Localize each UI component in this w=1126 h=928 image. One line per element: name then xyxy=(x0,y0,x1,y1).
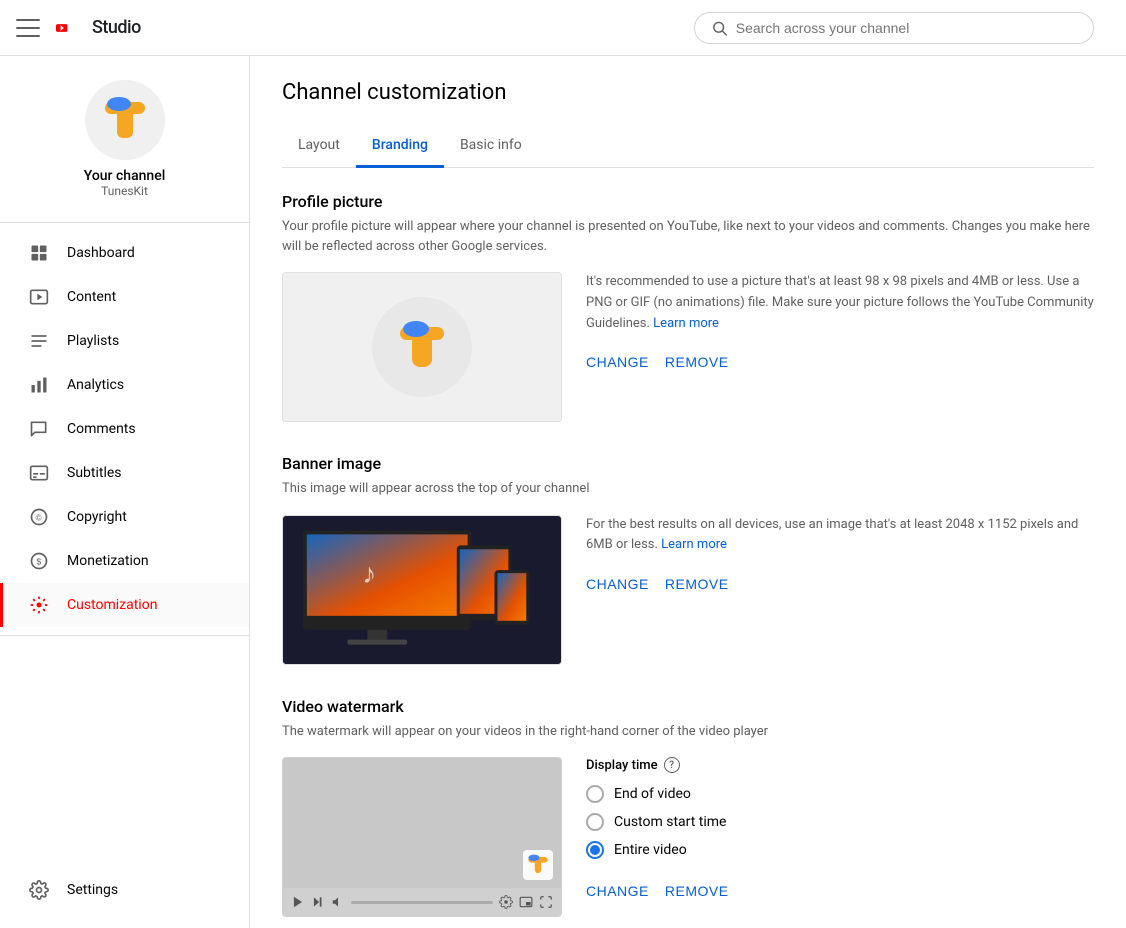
radio-checked-indicator xyxy=(590,845,600,855)
sidebar-item-playlists[interactable]: Playlists xyxy=(0,319,249,363)
channel-avatar-image xyxy=(85,80,165,160)
display-time-label: Display time ? xyxy=(586,757,1094,773)
sidebar-item-subtitles[interactable]: Subtitles xyxy=(0,451,249,495)
tab-layout[interactable]: Layout xyxy=(282,125,356,168)
monetization-icon: $ xyxy=(27,549,51,573)
banner-learn-more-link[interactable]: Learn more xyxy=(661,537,727,552)
radio-entire-video[interactable]: Entire video xyxy=(586,841,1094,859)
miniplayer-icon xyxy=(519,895,533,909)
customization-icon xyxy=(27,593,51,617)
skip-icon xyxy=(311,895,325,909)
profile-recommendation: It's recommended to use a picture that's… xyxy=(586,272,1094,334)
profile-learn-more-link[interactable]: Learn more xyxy=(653,316,719,331)
profile-picture-details: It's recommended to use a picture that's… xyxy=(586,272,1094,378)
banner-title: Banner image xyxy=(282,454,1094,473)
watermark-options: Display time ? End of video Custom start… xyxy=(586,757,1094,907)
playlists-icon xyxy=(27,329,51,353)
channel-info: Your channel TunesKit xyxy=(0,72,249,214)
watermark-controls xyxy=(283,888,561,916)
svg-text:♪: ♪ xyxy=(362,558,376,589)
sidebar-item-dashboard[interactable]: Dashboard xyxy=(0,231,249,275)
profile-picture-body: It's recommended to use a picture that's… xyxy=(282,272,1094,422)
tab-branding[interactable]: Branding xyxy=(356,125,444,168)
menu-toggle[interactable] xyxy=(16,16,40,40)
banner-desc: This image will appear across the top of… xyxy=(282,479,1094,499)
progress-bar[interactable] xyxy=(351,901,493,904)
sidebar-item-content[interactable]: Content xyxy=(0,275,249,319)
banner-image-section: Banner image This image will appear acro… xyxy=(282,454,1094,665)
video-watermark-section: Video watermark The watermark will appea… xyxy=(282,697,1094,918)
banner-remove-button[interactable]: REMOVE xyxy=(665,568,729,600)
banner-details: For the best results on all devices, use… xyxy=(586,515,1094,601)
sidebar-item-customization[interactable]: Customization xyxy=(0,583,249,627)
radio-end-of-video[interactable]: End of video xyxy=(586,785,1094,803)
sidebar-item-monetization[interactable]: $ Monetization xyxy=(0,539,249,583)
profile-picture-section: Profile picture Your profile picture wil… xyxy=(282,192,1094,422)
banner-preview: ♪ xyxy=(282,515,562,665)
volume-icon xyxy=(331,895,345,909)
logo: Studio xyxy=(56,17,141,39)
fullscreen-icon xyxy=(539,895,553,909)
sidebar-navigation: Dashboard Content Playlists xyxy=(0,231,249,627)
sidebar-item-comments[interactable]: Comments xyxy=(0,407,249,451)
watermark-title: Video watermark xyxy=(282,697,1094,716)
search-input[interactable] xyxy=(736,20,1077,36)
studio-label: Studio xyxy=(92,17,141,38)
analytics-icon xyxy=(27,373,51,397)
banner-recommendation: For the best results on all devices, use… xyxy=(586,515,1094,557)
profile-picture-actions: CHANGE REMOVE xyxy=(586,346,1094,378)
banner-body: ♪ For the best results on all devices, u… xyxy=(282,515,1094,665)
channel-handle: TunesKit xyxy=(101,184,148,198)
search-bar[interactable] xyxy=(694,12,1094,44)
banner-change-button[interactable]: CHANGE xyxy=(586,568,649,600)
profile-change-button[interactable]: CHANGE xyxy=(586,346,649,378)
watermark-remove-button[interactable]: REMOVE xyxy=(665,875,729,907)
svg-text:©: © xyxy=(36,512,42,522)
settings-icon xyxy=(27,878,51,902)
main-layout: Your channel TunesKit Dashboard Content xyxy=(0,56,1126,928)
channel-name: Your channel xyxy=(84,168,166,184)
profile-remove-button[interactable]: REMOVE xyxy=(665,346,729,378)
tab-bar: Layout Branding Basic info xyxy=(282,125,1094,168)
watermark-preview xyxy=(282,757,562,917)
profile-picture-preview xyxy=(282,272,562,422)
watermark-change-button[interactable]: CHANGE xyxy=(586,875,649,907)
radio-circle-entire xyxy=(586,841,604,859)
sidebar: Your channel TunesKit Dashboard Content xyxy=(0,56,250,928)
youtube-icon xyxy=(56,17,88,39)
main-content: Channel customization Layout Branding Ba… xyxy=(250,56,1126,928)
watermark-desc: The watermark will appear on your videos… xyxy=(282,722,1094,742)
watermark-logo xyxy=(523,850,553,880)
watermark-body: Display time ? End of video Custom start… xyxy=(282,757,1094,917)
subtitles-icon xyxy=(27,461,51,485)
radio-circle-end xyxy=(586,785,604,803)
comments-icon xyxy=(27,417,51,441)
profile-picture-desc: Your profile picture will appear where y… xyxy=(282,217,1094,256)
watermark-actions: CHANGE REMOVE xyxy=(586,875,1094,907)
tab-basic-info[interactable]: Basic info xyxy=(444,125,538,168)
channel-avatar[interactable] xyxy=(85,80,165,160)
profile-picture-title: Profile picture xyxy=(282,192,1094,211)
sidebar-item-analytics[interactable]: Analytics xyxy=(0,363,249,407)
content-icon xyxy=(27,285,51,309)
banner-preview-image: ♪ xyxy=(283,515,561,665)
watermark-video-area xyxy=(283,758,561,888)
copyright-icon: © xyxy=(27,505,51,529)
sidebar-item-settings[interactable]: Settings xyxy=(0,868,249,912)
settings-icon xyxy=(499,895,513,909)
radio-custom-start[interactable]: Custom start time xyxy=(586,813,1094,831)
top-navigation: Studio xyxy=(0,0,1126,56)
banner-actions: CHANGE REMOVE xyxy=(586,568,1094,600)
page-title: Channel customization xyxy=(282,80,1094,105)
play-icon xyxy=(291,895,305,909)
dashboard-icon xyxy=(27,241,51,265)
sidebar-item-copyright[interactable]: © Copyright xyxy=(0,495,249,539)
search-icon xyxy=(711,19,728,37)
profile-circle xyxy=(372,297,472,397)
svg-text:$: $ xyxy=(37,556,42,566)
radio-circle-custom xyxy=(586,813,604,831)
help-icon[interactable]: ? xyxy=(664,757,680,773)
